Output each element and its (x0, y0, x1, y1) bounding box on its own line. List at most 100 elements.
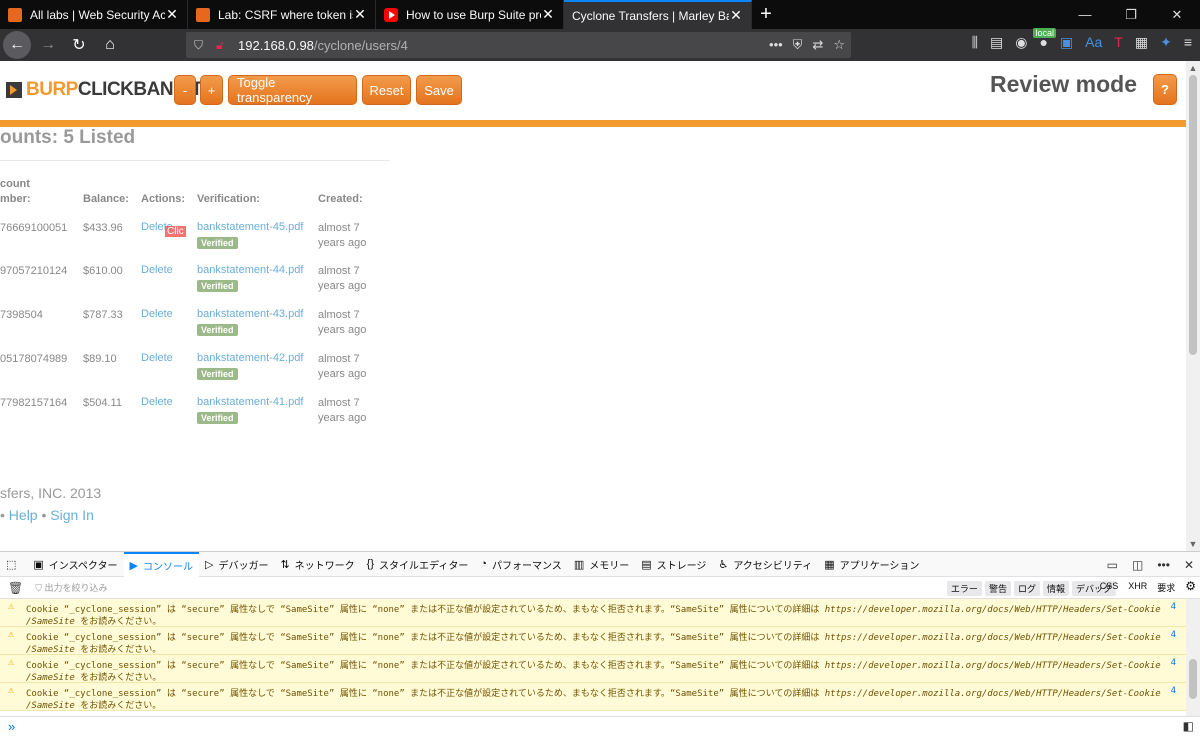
filter-css-button[interactable]: CSS (1100, 581, 1119, 594)
navigation-bar: ← → ↻ ⌂ ⛉ 🔓︎ 192.168.0.98/cyclone/users/… (0, 28, 1200, 61)
pocket-icon[interactable]: ⛨ (793, 37, 803, 53)
browser-tab-youtube[interactable]: How to use Burp Suite projects ✕ (376, 0, 564, 29)
browser-tab-all-labs[interactable]: All labs | Web Security Academy ✕ (0, 0, 188, 29)
extension-grid-icon[interactable]: ▦ (1135, 34, 1148, 51)
delete-link[interactable]: Delete (141, 264, 173, 276)
scroll-down-icon[interactable]: ▼ (1186, 537, 1200, 551)
tab-memory[interactable]: ▥ メモリー (568, 552, 635, 577)
zoom-in-button[interactable]: + (200, 75, 223, 105)
level-warning-button[interactable]: 警告 (984, 581, 1011, 596)
statement-link[interactable]: bankstatement-45.pdf (197, 221, 303, 233)
extension-a-icon[interactable]: Aa (1085, 34, 1102, 51)
delete-link[interactable]: Delete (141, 308, 173, 320)
filter-input[interactable]: ⛉ 出力を絞り込み (35, 581, 107, 594)
close-tab-icon[interactable]: ✕ (165, 6, 179, 23)
new-tab-button[interactable]: + (752, 0, 780, 29)
tab-inspector[interactable]: ▣ インスペクター (27, 552, 123, 577)
tab-style-editor[interactable]: {} スタイルエディター (361, 552, 475, 577)
console-settings-icon[interactable]: ⚙ (1185, 579, 1196, 594)
clear-console-icon[interactable]: 🗑︎ (8, 581, 23, 595)
url-bar[interactable]: ⛉ 🔓︎ 192.168.0.98/cyclone/users/4 ••• ⛨ … (186, 32, 851, 58)
created-line2: years ago (318, 368, 367, 380)
translate-icon[interactable]: ⇄ (812, 37, 823, 53)
filter-requests-button[interactable]: 要求 (1157, 581, 1175, 594)
level-log-button[interactable]: ログ (1013, 581, 1040, 596)
forward-button[interactable]: → (34, 31, 62, 59)
tab-application[interactable]: ▦ アプリケーション (818, 552, 925, 577)
statement-link[interactable]: bankstatement-42.pdf (197, 352, 303, 364)
sidebar-icon[interactable]: ▤ (990, 34, 1003, 51)
footer-help-link[interactable]: Help (9, 507, 38, 523)
tab-debugger[interactable]: ▷ デバッガー (199, 552, 274, 577)
docs-link[interactable]: https://developer.mozilla.org/docs/Web/H… (825, 633, 1161, 643)
browser-tab-cyclone[interactable]: Cyclone Transfers | Marley Barton ✕ (564, 0, 752, 29)
scroll-up-icon[interactable]: ▲ (1186, 61, 1200, 75)
console-scrollbar[interactable] (1186, 599, 1200, 716)
extension-translate-icon[interactable]: ▣ (1060, 34, 1073, 51)
console-input[interactable]: » ◧ (0, 716, 1200, 751)
tab-network[interactable]: ⇅ ネットワーク (274, 552, 360, 577)
browser-tab-csrf-lab[interactable]: Lab: CSRF where token is not tied ✕ (188, 0, 376, 29)
close-tab-icon[interactable]: ✕ (541, 6, 555, 23)
close-tab-icon[interactable]: ✕ (729, 7, 743, 24)
help-button[interactable]: ? (1153, 74, 1177, 105)
docs-link[interactable]: https://developer.mozilla.org/docs/Web/H… (825, 689, 1161, 699)
tab-accessibility[interactable]: ♿︎ アクセシビリティ (712, 552, 818, 577)
toggle-transparency-button[interactable]: Toggle transparency (228, 75, 357, 105)
extension-local-icon[interactable]: ● local (1033, 28, 1056, 51)
tracking-shield-icon[interactable]: ⛉ (194, 38, 208, 53)
level-error-button[interactable]: エラー (946, 581, 982, 596)
page-actions-icon[interactable]: ••• (769, 37, 783, 53)
docs-link[interactable]: https://developer.mozilla.org/docs/Web/H… (825, 605, 1161, 615)
account-icon[interactable]: ◉ (1015, 34, 1027, 51)
tab-console[interactable]: ▶ コンソール (123, 551, 199, 577)
extensions-icon[interactable]: ✦ (1160, 34, 1172, 51)
scroll-thumb[interactable] (1189, 659, 1197, 699)
statement-link[interactable]: bankstatement-41.pdf (197, 396, 303, 408)
tab-title: Cyclone Transfers | Marley Barton (572, 8, 729, 23)
column-actions: Actions: (141, 193, 185, 205)
statement-link[interactable]: bankstatement-44.pdf (197, 264, 303, 276)
footer-signin-link[interactable]: Sign In (50, 507, 94, 523)
delete-link[interactable]: Delete (141, 352, 173, 364)
accounts-heading: ounts: 5 Listed (0, 127, 136, 148)
sidebar-toggle-icon[interactable]: ▭ (1107, 558, 1118, 572)
column-verification: Verification: (197, 193, 260, 205)
close-devtools-icon[interactable]: ✕ (1184, 558, 1194, 572)
bookmark-star-icon[interactable]: ☆ (833, 37, 845, 53)
extension-t-icon[interactable]: T (1114, 34, 1123, 51)
filter-xhr-button[interactable]: XHR (1128, 581, 1147, 594)
delete-link[interactable]: Delete (141, 396, 173, 408)
statement-link[interactable]: bankstatement-43.pdf (197, 308, 303, 320)
reset-button[interactable]: Reset (362, 75, 411, 105)
split-console-icon[interactable]: ◧ (1183, 719, 1194, 733)
scroll-thumb[interactable] (1189, 75, 1197, 355)
close-window-icon[interactable]: ✕ (1154, 0, 1200, 29)
warning-icon: ⚠ (8, 629, 15, 640)
insecure-lock-icon[interactable]: 🔓︎ (216, 38, 230, 53)
level-info-button[interactable]: 情報 (1042, 581, 1069, 596)
back-button[interactable]: ← (3, 31, 31, 59)
warning-icon: ⚠ (8, 657, 15, 668)
url-path: /cyclone/users/4 (313, 37, 408, 53)
clickjack-target-marker[interactable]: Clic (165, 226, 186, 237)
minimize-icon[interactable]: — (1062, 0, 1108, 29)
close-tab-icon[interactable]: ✕ (353, 6, 367, 23)
menu-icon[interactable]: ≡ (1184, 34, 1192, 51)
reload-button[interactable]: ↻ (65, 31, 93, 59)
library-icon[interactable]: ⫼ (972, 34, 978, 51)
message-count: 4 (1170, 630, 1176, 640)
dock-icon[interactable]: ◫ (1132, 558, 1143, 572)
column-account-number: count mber: (0, 178, 31, 205)
save-button[interactable]: Save (416, 75, 462, 105)
url-host: 192.168.0.98 (238, 37, 314, 53)
zoom-out-button[interactable]: - (174, 75, 196, 105)
more-options-icon[interactable]: ••• (1157, 558, 1170, 572)
home-button[interactable]: ⌂ (96, 31, 124, 59)
restore-icon[interactable]: ❐ (1108, 0, 1154, 29)
page-scrollbar[interactable]: ▲ ▼ (1186, 61, 1200, 551)
tab-storage[interactable]: ▤ ストレージ (635, 552, 712, 577)
pick-element-button[interactable]: ⬚ (0, 552, 27, 577)
docs-link[interactable]: https://developer.mozilla.org/docs/Web/H… (825, 661, 1161, 671)
tab-performance[interactable]: ◔ パフォーマンス (474, 552, 567, 577)
